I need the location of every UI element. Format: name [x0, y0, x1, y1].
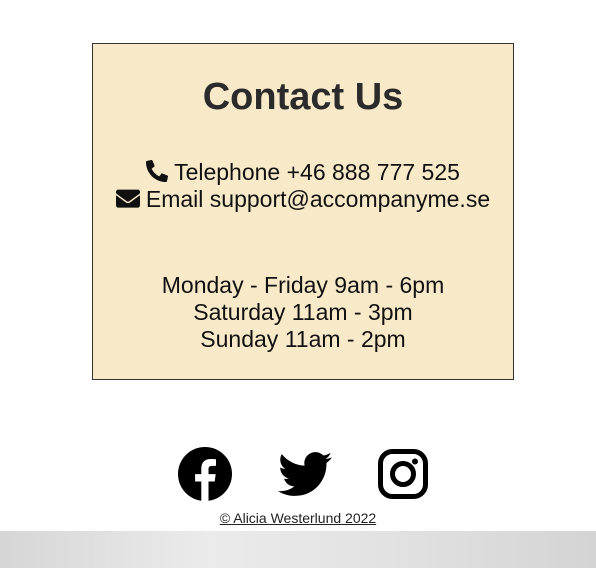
- telephone-text: Telephone +46 888 777 525: [174, 159, 460, 185]
- twitter-icon: [278, 452, 332, 496]
- telephone-line: Telephone +46 888 777 525: [93, 159, 513, 186]
- contact-title: Contact Us: [202, 76, 404, 118]
- copyright-link[interactable]: © Alicia Westerlund 2022: [220, 510, 376, 526]
- hours-saturday: Saturday 11am - 3pm: [193, 299, 413, 325]
- email-text: Email support@accompanyme.se: [145, 186, 491, 212]
- facebook-icon: [178, 447, 232, 501]
- twitter-link[interactable]: [277, 447, 333, 501]
- envelope-icon: [115, 189, 140, 208]
- bottom-background-band: [0, 531, 596, 568]
- opening-hours: Monday - Friday 9am - 6pm Saturday 11am …: [93, 272, 513, 353]
- facebook-link[interactable]: [178, 447, 234, 501]
- social-links: [0, 447, 596, 501]
- contact-section: Contact Us Telephone +46 888 777 525 Ema…: [92, 43, 514, 380]
- hours-weekdays: Monday - Friday 9am - 6pm: [161, 272, 445, 298]
- instagram-link[interactable]: [377, 447, 433, 501]
- instagram-icon: [378, 449, 428, 499]
- copyright: © Alicia Westerlund 2022: [0, 510, 596, 526]
- email-line: Email support@accompanyme.se: [93, 186, 513, 213]
- hours-sunday: Sunday 11am - 2pm: [200, 326, 406, 352]
- phone-icon: [146, 160, 169, 182]
- page: Contact Us Telephone +46 888 777 525 Ema…: [0, 0, 596, 568]
